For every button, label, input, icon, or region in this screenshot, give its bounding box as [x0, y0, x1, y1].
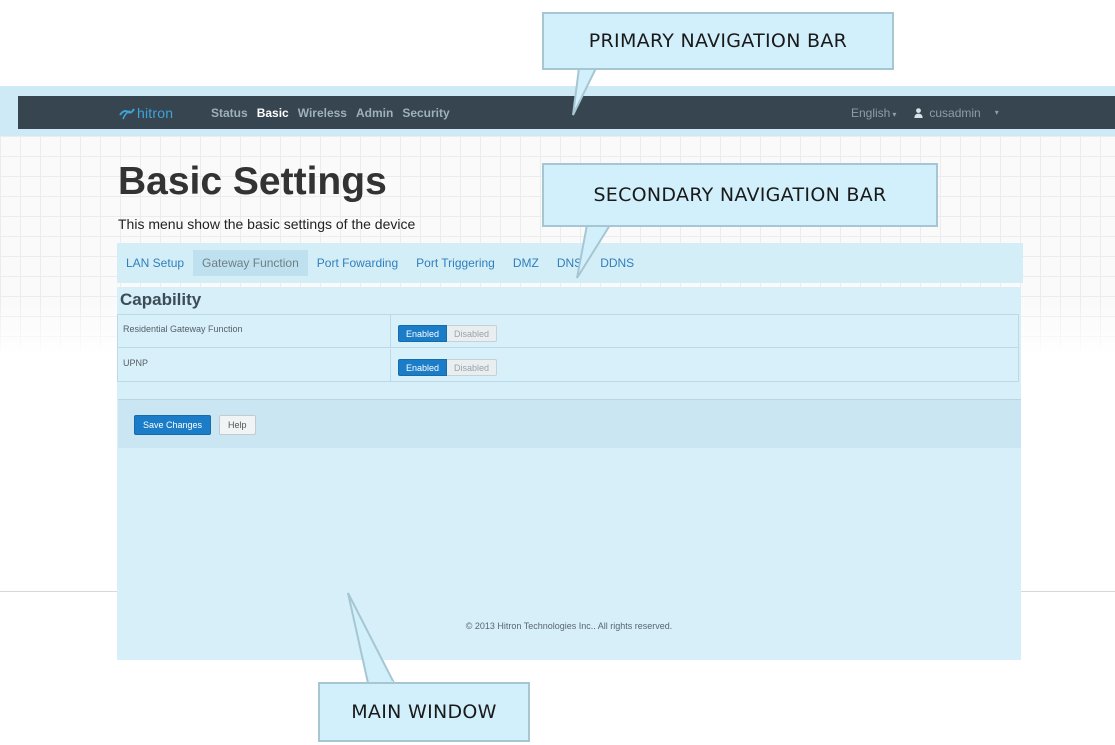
table-row: UPNP Enabled Disabled [118, 349, 1018, 382]
nav-right-group: English ▾ cusadmin ▾ [851, 96, 999, 129]
language-dropdown[interactable]: English ▾ [851, 106, 896, 120]
chevron-down-icon: ▾ [892, 109, 897, 119]
upnp-toggle: Enabled Disabled [398, 359, 498, 376]
column-divider [390, 349, 391, 382]
copyright-text: © 2013 Hitron Technologies Inc.. All rig… [465, 621, 673, 631]
row-label: Residential Gateway Function [123, 324, 243, 334]
nav-status[interactable]: Status [211, 106, 248, 120]
tab-lan-setup[interactable]: LAN Setup [117, 250, 193, 276]
secondary-callout-pointer [576, 223, 612, 279]
user-icon [914, 107, 924, 118]
section-title: Capability [120, 290, 202, 309]
help-button[interactable]: Help [219, 415, 256, 435]
nav-admin[interactable]: Admin [356, 106, 393, 120]
save-changes-button[interactable]: Save Changes [134, 415, 212, 435]
user-menu[interactable]: cusadmin ▾ [914, 105, 999, 120]
page-subtitle: This menu show the basic settings of the… [118, 216, 416, 232]
brand-logo[interactable]: hitron [119, 96, 173, 129]
main-window-callout: MAIN WINDOW [318, 682, 530, 742]
disabled-button[interactable]: Disabled [447, 359, 498, 376]
brand-name: hitron [137, 104, 174, 121]
enabled-button[interactable]: Enabled [398, 359, 448, 376]
hitron-logo-icon [119, 107, 135, 119]
capability-table: Residential Gateway Function Enabled Dis… [117, 314, 1019, 382]
column-divider [390, 315, 391, 348]
tab-dmz[interactable]: DMZ [504, 250, 548, 276]
enabled-button[interactable]: Enabled [398, 325, 448, 342]
disabled-button[interactable]: Disabled [447, 325, 498, 342]
nav-security[interactable]: Security [402, 106, 449, 120]
chevron-down-icon: ▾ [994, 108, 999, 117]
gateway-function-toggle: Enabled Disabled [398, 325, 498, 342]
main-callout-pointer [347, 592, 396, 685]
action-bar: Save Changes Help [118, 399, 1021, 448]
nav-wireless[interactable]: Wireless [298, 106, 347, 120]
table-row: Residential Gateway Function Enabled Dis… [118, 315, 1018, 348]
primary-nav-links: Status Basic Wireless Admin Security [211, 96, 459, 129]
username-label: cusadmin [929, 105, 981, 120]
secondary-nav-callout: SECONDARY NAVIGATION BAR [542, 163, 938, 227]
tab-port-triggering[interactable]: Port Triggering [407, 250, 504, 276]
language-label: English [851, 105, 891, 120]
main-window: Capability Residential Gateway Function … [117, 287, 1021, 660]
tab-port-forwarding[interactable]: Port Fowarding [308, 250, 407, 276]
nav-basic[interactable]: Basic [257, 106, 289, 120]
page-title: Basic Settings [118, 160, 387, 203]
primary-nav-callout: PRIMARY NAVIGATION BAR [542, 12, 894, 70]
row-label: UPNP [123, 358, 149, 368]
tab-gateway-function[interactable]: Gateway Function [193, 250, 308, 276]
